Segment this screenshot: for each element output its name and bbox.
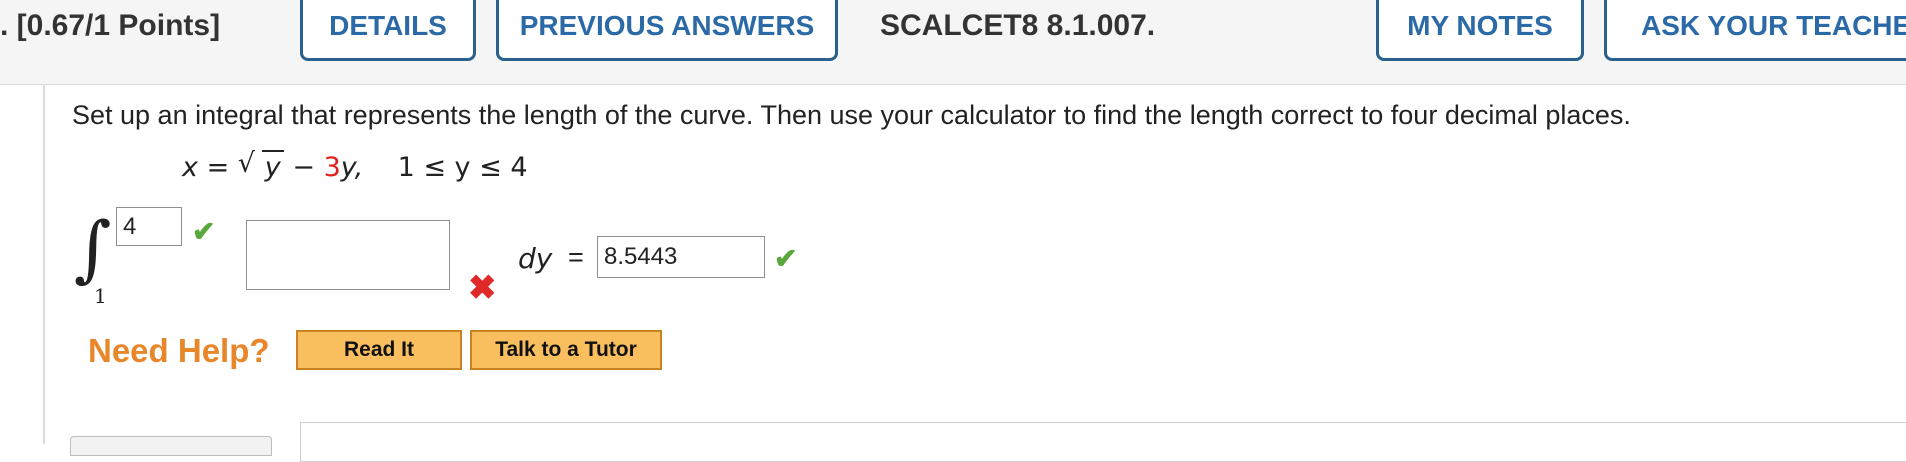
question-header: . [0.67/1 Points] DETAILS PREVIOUS ANSWE…	[0, 0, 1906, 85]
equation-coefficient: 3	[323, 152, 341, 183]
upper-limit-input[interactable]	[116, 207, 182, 246]
lower-limit: 1	[94, 284, 107, 308]
sqrt-icon: √	[237, 148, 256, 179]
result-correct-icon: ✔	[774, 243, 798, 274]
details-button[interactable]: DETAILS	[300, 0, 476, 61]
points-label: . [0.67/1 Points]	[0, 9, 221, 42]
question-id: SCALCET8 8.1.007.	[880, 9, 1156, 42]
curve-equation: x = √ y − 3y, 1 ≤ y ≤ 4	[182, 148, 528, 183]
equation-lhs: x	[182, 152, 198, 183]
left-divider	[43, 84, 45, 444]
read-it-button[interactable]: Read It	[296, 330, 462, 370]
integrand-incorrect-icon: ✖	[468, 269, 497, 307]
integrand-input[interactable]	[246, 220, 450, 290]
sqrt-expression: √ y	[238, 148, 284, 183]
result-input[interactable]	[597, 236, 765, 278]
bottom-tab[interactable]	[70, 436, 272, 456]
my-notes-button[interactable]: MY NOTES	[1376, 0, 1584, 61]
equation-minus: −	[292, 152, 315, 183]
upper-limit-correct-icon: ✔	[192, 216, 216, 247]
radicand: y	[264, 152, 281, 183]
equation-variable: y,	[340, 152, 364, 183]
integral-icon: ∫	[74, 206, 112, 290]
result-equals: =	[568, 242, 584, 272]
ask-your-teacher-button[interactable]: ASK YOUR TEACHER	[1604, 0, 1906, 61]
dy-label: dy	[518, 242, 553, 275]
previous-answers-button[interactable]: PREVIOUS ANSWERS	[496, 0, 838, 61]
need-help-label: Need Help?	[88, 332, 270, 369]
bottom-panel	[300, 422, 1906, 462]
equation-equals: =	[206, 152, 230, 183]
equation-range: 1 ≤ y ≤ 4	[397, 152, 528, 183]
talk-to-tutor-button[interactable]: Talk to a Tutor	[470, 330, 662, 370]
question-prompt: Set up an integral that represents the l…	[72, 100, 1631, 130]
